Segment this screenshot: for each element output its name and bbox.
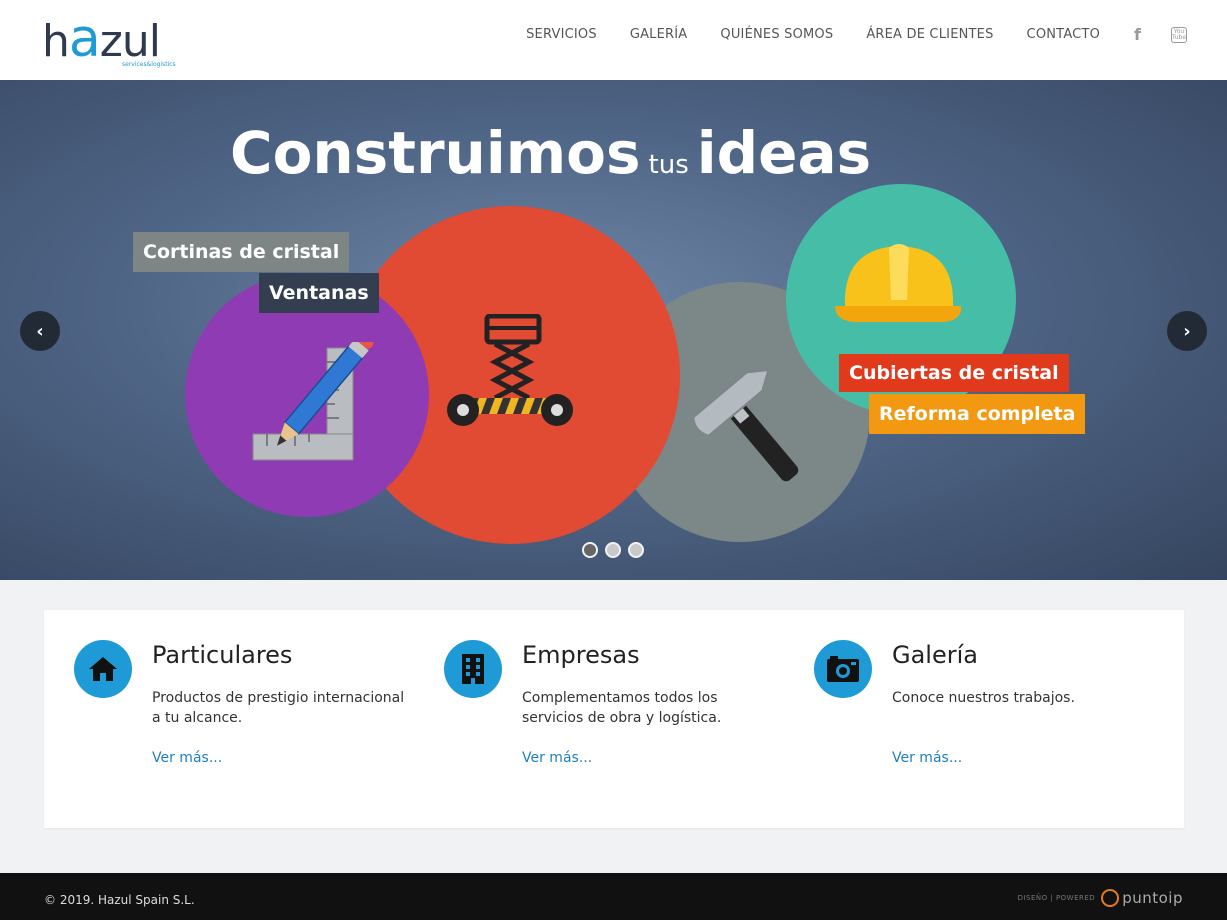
feature-title: Galería	[892, 641, 978, 669]
slider-dot-2[interactable]	[605, 542, 621, 558]
slider-dots	[582, 542, 651, 558]
slider-dot-1[interactable]	[582, 542, 598, 558]
slider-dot-3[interactable]	[628, 542, 644, 558]
hero-title-part1: Construimos	[230, 119, 641, 187]
tag-reforma-completa[interactable]: Reforma completa	[869, 394, 1086, 434]
feature-description: Complementamos todos los servicios de ob…	[522, 690, 722, 726]
hero-title-part3: ideas	[696, 119, 872, 187]
ver-mas-link-empresas[interactable]: Ver más...	[522, 748, 592, 768]
powered-label: DISEÑO | POWERED	[1017, 894, 1096, 902]
hazul-logo[interactable]: hazul services&logistics	[42, 13, 192, 72]
camera-icon[interactable]	[814, 640, 872, 698]
ver-mas-link-particulares[interactable]: Ver más...	[152, 748, 222, 768]
logo-wordmark: hazul	[42, 13, 161, 67]
nav-contacto[interactable]: CONTACTO	[1027, 26, 1100, 44]
site-header: hazul services&logistics SERVICIOS GALER…	[0, 0, 1227, 80]
building-icon[interactable]	[444, 640, 502, 698]
puntoip-logo-icon	[1101, 889, 1120, 907]
hero-title: Construimos tus ideas	[230, 118, 871, 200]
scissor-lift-icon	[447, 314, 573, 426]
hammer-icon	[692, 370, 799, 482]
main-nav: SERVICIOS GALERÍA QUIÉNES SOMOS ÁREA DE …	[493, 26, 1187, 44]
nav-area-clientes[interactable]: ÁREA DE CLIENTES	[866, 26, 993, 44]
chevron-right-icon: ›	[1183, 320, 1191, 342]
nav-galeria[interactable]: GALERÍA	[630, 26, 688, 44]
feature-title: Particulares	[152, 641, 293, 669]
slider-next-button[interactable]: ›	[1167, 311, 1207, 351]
logo-suffix: zul	[99, 16, 161, 67]
tag-ventanas[interactable]: Ventanas	[259, 273, 379, 313]
ver-mas-link-galeria[interactable]: Ver más...	[892, 748, 962, 768]
hero-title-part2: tus	[648, 150, 689, 180]
logo-prefix: h	[42, 16, 70, 67]
home-icon[interactable]	[74, 640, 132, 698]
ruler-pencil-icon	[252, 342, 374, 461]
hard-hat-icon	[835, 244, 962, 322]
tag-cortinas-de-cristal[interactable]: Cortinas de cristal	[133, 232, 350, 272]
facebook-icon[interactable]: f	[1134, 26, 1141, 44]
powered-brand: puntoip	[1122, 889, 1183, 907]
slider-prev-button[interactable]: ‹	[20, 311, 60, 351]
powered-by[interactable]: DISEÑO | POWERED puntoip	[1018, 889, 1183, 907]
logo-subtitle: services&logistics	[122, 61, 176, 68]
copyright-text: © 2019. Hazul Spain S.L.	[44, 893, 195, 907]
chevron-left-icon: ‹	[36, 320, 44, 342]
hero-slider: Construimos tus ideas Cortinas de crista…	[0, 80, 1227, 580]
youtube-icon[interactable]: You Tube	[1171, 27, 1187, 43]
feature-description: Productos de prestigio internacional a t…	[152, 690, 405, 726]
feature-description: Conoce nuestros trabajos.	[892, 690, 1075, 706]
nav-quienes-somos[interactable]: QUIÉNES SOMOS	[720, 26, 833, 44]
tag-cubiertas-de-cristal[interactable]: Cubiertas de cristal	[839, 354, 1069, 392]
logo-a: a	[68, 9, 101, 69]
site-footer: © 2019. Hazul Spain S.L. DISEÑO | POWERE…	[0, 873, 1227, 920]
feature-title: Empresas	[522, 641, 640, 669]
features-card: Particulares Productos de prestigio inte…	[44, 610, 1184, 828]
nav-servicios[interactable]: SERVICIOS	[526, 26, 597, 44]
